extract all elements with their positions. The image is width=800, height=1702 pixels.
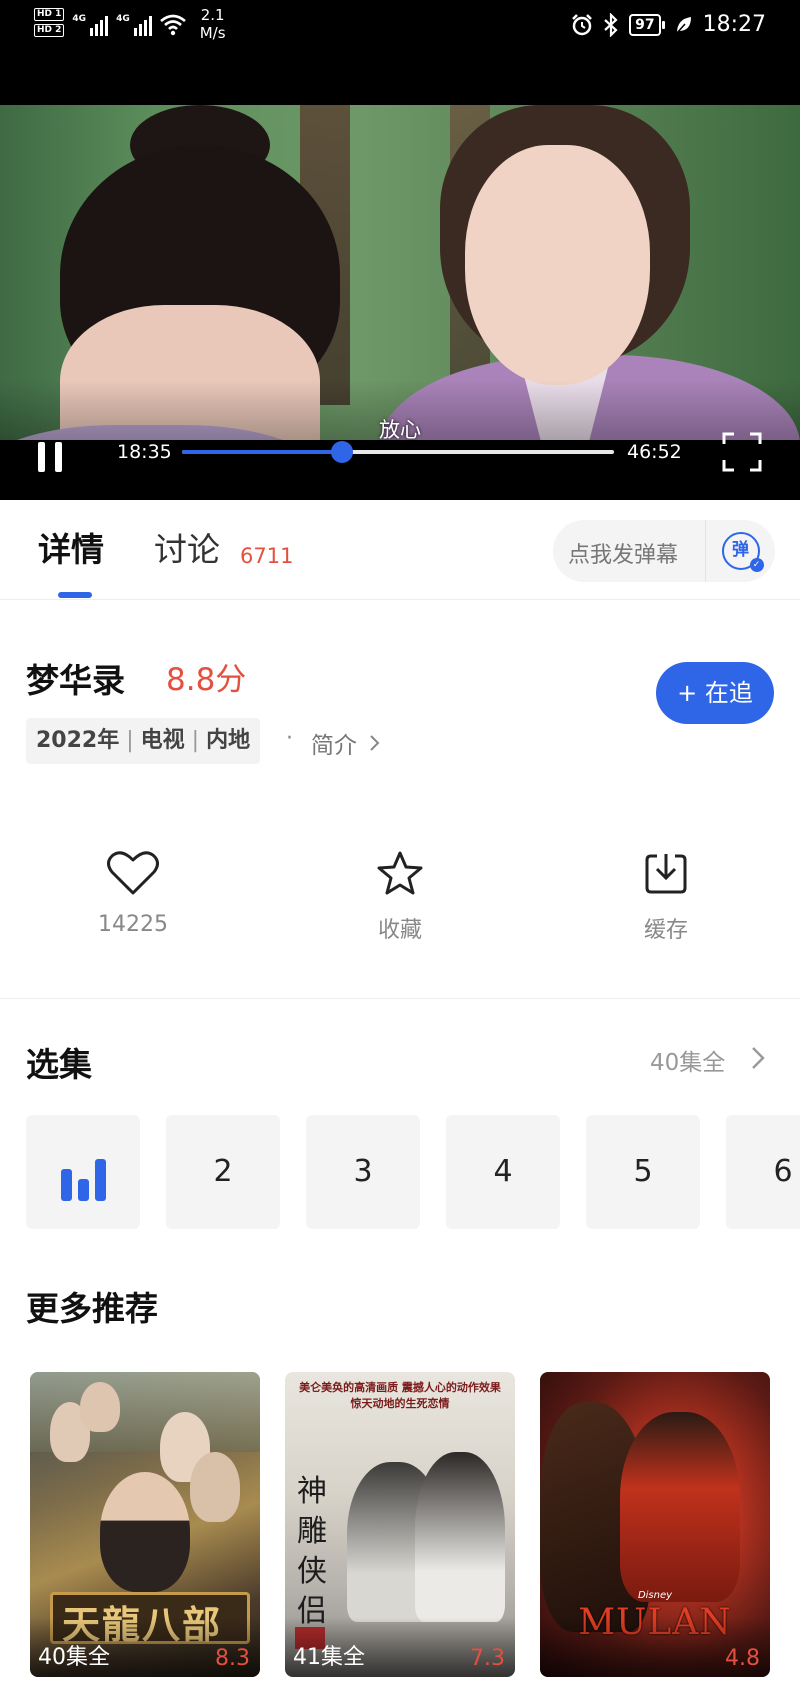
show-year: 2022年	[36, 728, 120, 753]
wifi-icon	[159, 14, 186, 36]
recommendation-score: 8.3	[215, 1646, 250, 1671]
signal-icon-2: 4G	[116, 6, 152, 36]
episodes-title: 选集	[26, 1045, 92, 1084]
like-count: 14225	[98, 912, 168, 937]
episode-item[interactable]: 6	[726, 1115, 800, 1229]
episode-item[interactable]: 2	[166, 1115, 280, 1229]
leaf-icon	[676, 16, 691, 33]
like-button[interactable]: 14225	[73, 850, 193, 937]
episode-list: 2 3 4 5 6	[26, 1115, 800, 1230]
episode-item[interactable]: 3	[306, 1115, 420, 1229]
recommendation-episodes: 41集全	[293, 1645, 365, 1670]
show-score: 8.8分	[166, 662, 247, 698]
bluetooth-icon	[604, 12, 618, 37]
network-speed: 2.1 M/s	[199, 6, 226, 42]
signal-icon: 4G	[72, 6, 109, 36]
chevron-right-icon[interactable]	[369, 732, 381, 754]
clock: 18:27	[702, 12, 766, 37]
recommendation-card-1[interactable]: 天龍八部 40集全 8.3	[30, 1372, 260, 1677]
episodes-total-link[interactable]: 40集全	[650, 1043, 725, 1077]
show-meta: 2022年 | 电视 | 内地	[26, 718, 261, 764]
poster-header: 美仑美奂的高清画质 震撼人心的动作效果 惊天动地的生死恋情	[299, 1381, 501, 1410]
poster-title: 神雕侠侣	[297, 1474, 327, 1629]
chevron-right-icon[interactable]	[750, 1044, 766, 1072]
cache-label: 缓存	[643, 918, 688, 943]
battery-icon: 97	[629, 13, 666, 36]
recommendation-card-2[interactable]: 美仑美奂的高清画质 震撼人心的动作效果 惊天动地的生死恋情 神雕侠侣 41集全 …	[285, 1372, 515, 1677]
sim2-indicator: HD 2	[34, 24, 65, 37]
progress-knob[interactable]	[330, 441, 353, 463]
recommendations-title: 更多推荐	[26, 1289, 158, 1328]
recommendation-score: 4.8	[725, 1646, 760, 1671]
status-bar: HD 1 HD 2 4G 4G 2.1 M/s 97 18:27	[0, 0, 800, 105]
favorite-button[interactable]: 收藏	[340, 850, 460, 944]
danmaku-toggle-button[interactable]: 弹	[705, 520, 775, 582]
episode-item[interactable]: 4	[446, 1115, 560, 1229]
current-time: 18:35	[117, 441, 172, 463]
alarm-icon	[572, 13, 592, 35]
sim1-indicator: HD 1	[34, 8, 65, 21]
playing-bar-icon	[60, 1169, 72, 1201]
episode-item[interactable]: 5	[586, 1115, 700, 1229]
star-icon	[377, 851, 423, 895]
progress-fill	[182, 450, 342, 454]
tab-active-indicator	[58, 592, 92, 598]
total-time: 46:52	[627, 441, 682, 463]
recommendation-card-3[interactable]: Disney MULAN 4.8	[540, 1372, 770, 1677]
recommendations-list: 天龍八部 40集全 8.3 美仑美奂的高清画质 震撼人心的动作效果 惊天动地的生…	[30, 1372, 800, 1677]
show-region: 内地	[206, 728, 251, 753]
show-title: 梦华录	[26, 661, 125, 700]
pause-button[interactable]	[34, 440, 66, 474]
danmaku-placeholder[interactable]: 点我发弹幕	[568, 537, 678, 569]
heart-icon	[107, 851, 159, 895]
recommendation-score: 7.3	[470, 1646, 505, 1671]
discuss-count-badge: 6711	[240, 544, 294, 568]
tab-discuss[interactable]: 讨论	[154, 530, 220, 570]
episode-1-playing[interactable]	[26, 1115, 140, 1229]
fullscreen-icon[interactable]	[722, 432, 762, 472]
intro-link[interactable]: 简介	[311, 726, 357, 760]
poster-brand: Disney	[637, 1590, 673, 1601]
divider	[0, 998, 800, 999]
follow-button[interactable]: + 在追	[656, 662, 774, 724]
favorite-label: 收藏	[377, 918, 422, 943]
show-type: 电视	[140, 728, 185, 753]
download-icon	[645, 854, 687, 894]
progress-slider[interactable]	[182, 441, 614, 463]
recommendation-episodes: 40集全	[38, 1645, 110, 1670]
cache-button[interactable]: 缓存	[606, 850, 726, 944]
danmaku-icon: 弹	[721, 532, 764, 572]
separator-dot: ·	[286, 726, 293, 751]
tab-detail[interactable]: 详情	[38, 530, 104, 570]
